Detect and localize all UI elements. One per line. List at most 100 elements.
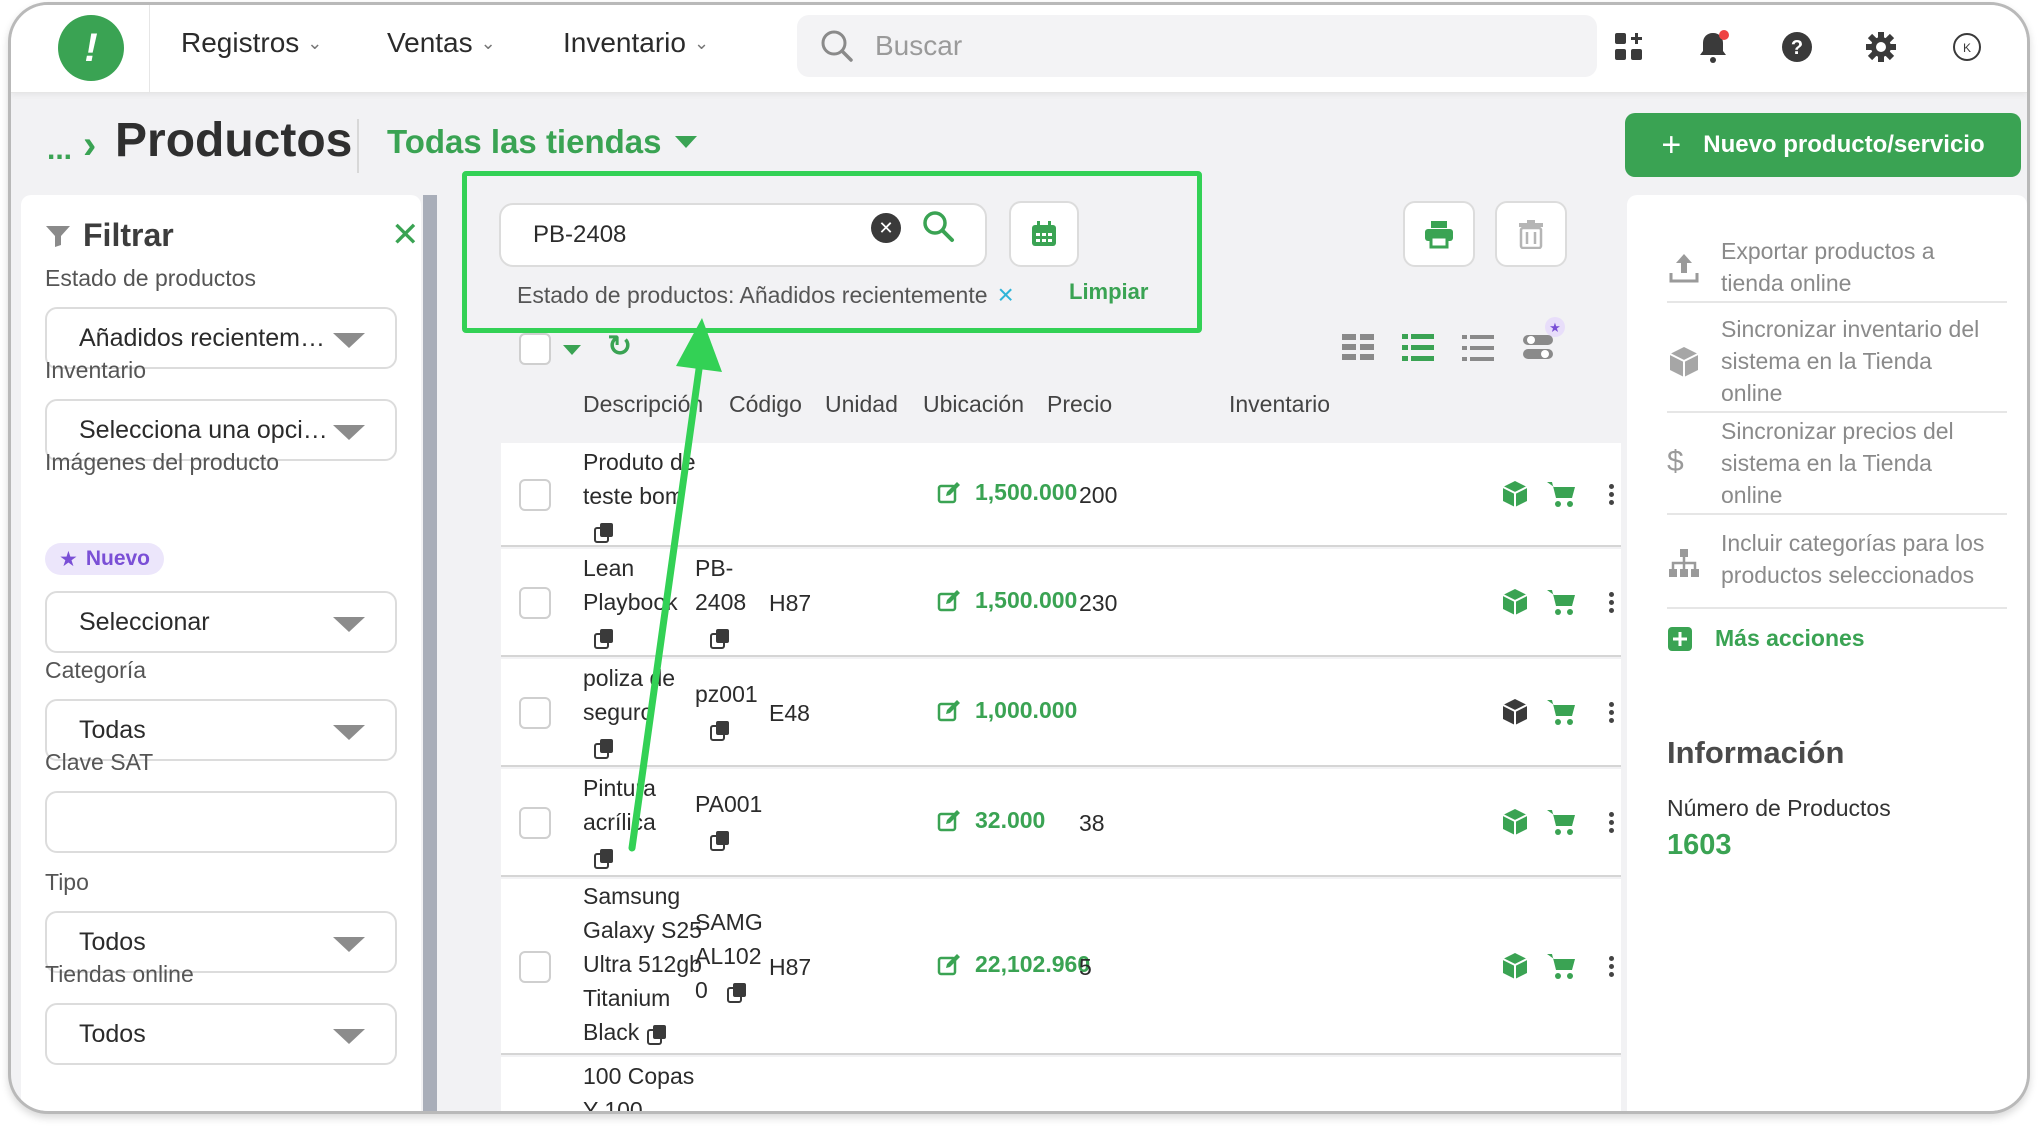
- column-header-code[interactable]: Código: [729, 391, 802, 418]
- chevron-right-icon: ›: [83, 123, 97, 167]
- table-row[interactable]: Pintura acrílica PA001 32.000 38: [501, 769, 1621, 877]
- copy-icon[interactable]: [583, 513, 723, 547]
- sync-inventory-action[interactable]: Sincronizar inventario del sistema en la …: [1667, 313, 2007, 413]
- store-selector[interactable]: Todas las tiendas: [387, 123, 698, 161]
- row-checkbox[interactable]: [519, 697, 551, 729]
- help-icon[interactable]: ?: [1777, 27, 1817, 67]
- cube-icon[interactable]: [1501, 951, 1529, 981]
- nav-inventario[interactable]: Inventario ⌄: [563, 27, 709, 59]
- table-row[interactable]: Lean Playbook PB- 2408 H87 1,500.000 230: [501, 549, 1621, 657]
- nav-registros[interactable]: Registros ⌄: [181, 27, 322, 59]
- upload-icon: [1669, 254, 1699, 283]
- copy-icon[interactable]: [646, 1019, 668, 1045]
- global-search[interactable]: Buscar: [797, 15, 1597, 77]
- product-code[interactable]: pz001: [695, 677, 758, 745]
- sync-prices-action[interactable]: $ Sincronizar precios del sistema en la T…: [1667, 417, 2007, 515]
- sat-key-input[interactable]: [45, 791, 397, 853]
- new-badge: ★ Nuevo: [45, 543, 165, 575]
- online-stores-select[interactable]: Todos: [45, 1003, 397, 1065]
- select-all-checkbox[interactable]: [519, 333, 551, 365]
- detailed-list-view-icon[interactable]: [1401, 331, 1435, 365]
- table-row[interactable]: Samsung Galaxy S25 Ultra 512gb Titanium Blac…: [501, 879, 1621, 1055]
- svg-text:K: K: [1963, 41, 1971, 55]
- product-price[interactable]: 22,102.960: [937, 951, 1090, 978]
- row-checkbox[interactable]: [519, 587, 551, 619]
- trash-icon: [1519, 220, 1543, 249]
- edit-icon[interactable]: [937, 589, 961, 613]
- edit-icon[interactable]: [937, 953, 961, 977]
- product-code[interactable]: PA001: [695, 787, 762, 855]
- images-select[interactable]: Seleccionar: [45, 591, 397, 653]
- more-actions-link[interactable]: Más acciones: [1667, 625, 1865, 652]
- column-header-unit[interactable]: Unidad: [825, 391, 898, 418]
- cart-icon[interactable]: [1545, 807, 1577, 837]
- product-price[interactable]: 1,500.000: [937, 479, 1077, 506]
- toggle-settings-icon[interactable]: ★: [1521, 317, 1569, 365]
- product-description[interactable]: Produto de teste bom: [583, 445, 723, 547]
- gear-icon[interactable]: [1861, 27, 1901, 67]
- print-button[interactable]: [1403, 201, 1475, 267]
- sidebar-scrollbar[interactable]: [423, 195, 437, 1111]
- refresh-icon[interactable]: ↻: [607, 329, 632, 364]
- copy-icon[interactable]: [714, 977, 748, 1003]
- edit-icon[interactable]: [937, 481, 961, 505]
- copy-icon[interactable]: [695, 619, 746, 653]
- product-code[interactable]: PB- 2408: [695, 551, 746, 653]
- row-checkbox[interactable]: [519, 951, 551, 983]
- column-header-description[interactable]: Descripción: [583, 391, 703, 418]
- nav-label: Ventas: [387, 27, 473, 58]
- bell-icon[interactable]: [1693, 27, 1733, 67]
- product-price[interactable]: 32.000: [937, 807, 1045, 834]
- product-description[interactable]: 100 Copas Y 100: [583, 1059, 723, 1111]
- edit-icon[interactable]: [937, 809, 961, 833]
- row-status-icons: [1501, 697, 1577, 727]
- delete-button[interactable]: [1495, 201, 1567, 267]
- cart-icon[interactable]: [1545, 697, 1577, 727]
- user-avatar-icon[interactable]: K: [1947, 27, 1987, 67]
- cart-icon[interactable]: [1545, 587, 1577, 617]
- copy-icon[interactable]: [695, 821, 762, 855]
- close-icon[interactable]: ✕: [391, 215, 420, 255]
- action-label: Exportar productos a tienda online: [1721, 238, 1935, 296]
- row-more-icon[interactable]: [1609, 809, 1615, 836]
- row-more-icon[interactable]: [1609, 699, 1615, 726]
- cube-icon[interactable]: [1501, 479, 1529, 509]
- row-more-icon[interactable]: [1609, 481, 1615, 508]
- cart-icon[interactable]: [1545, 951, 1577, 981]
- column-header-location[interactable]: Ubicación: [923, 391, 1024, 418]
- row-checkbox[interactable]: [519, 807, 551, 839]
- caret-down-icon[interactable]: [563, 345, 581, 355]
- include-categories-action[interactable]: Incluir categorías para los productos sel…: [1667, 519, 2007, 609]
- dollar-icon: $: [1667, 445, 1684, 478]
- copy-icon[interactable]: [695, 711, 758, 745]
- description-line: teste bom: [583, 483, 684, 509]
- table-row[interactable]: Produto de teste bom 1,500.000 200: [501, 443, 1621, 547]
- row-more-icon[interactable]: [1609, 589, 1615, 616]
- cart-icon[interactable]: [1545, 479, 1577, 509]
- new-product-button[interactable]: + Nuevo producto/servicio: [1625, 113, 2021, 177]
- edit-icon[interactable]: [937, 699, 961, 723]
- product-unit: E48: [769, 700, 810, 726]
- product-code[interactable]: SAMG AL102 0: [695, 905, 763, 1007]
- table-row[interactable]: 100 Copas Y 100: [501, 1057, 1621, 1111]
- actions-panel: Exportar productos a tienda online Sincro…: [1627, 195, 2027, 1111]
- app-logo[interactable]: !: [58, 15, 124, 81]
- row-more-icon[interactable]: [1609, 953, 1615, 980]
- column-header-price[interactable]: Precio: [1047, 391, 1112, 418]
- product-price[interactable]: 1,000.000: [937, 697, 1077, 724]
- description-line: Produto de: [583, 449, 696, 475]
- export-online-action[interactable]: Exportar productos a tienda online: [1667, 233, 2007, 303]
- plus-square-icon: [1668, 626, 1692, 651]
- column-header-inventory[interactable]: Inventario: [1229, 391, 1330, 418]
- nav-ventas[interactable]: Ventas ⌄: [387, 27, 496, 59]
- grid-view-icon[interactable]: [1341, 331, 1375, 365]
- list-view-icon[interactable]: [1461, 331, 1495, 365]
- product-price[interactable]: 1,500.000: [937, 587, 1077, 614]
- row-checkbox[interactable]: [519, 479, 551, 511]
- cube-icon[interactable]: [1501, 587, 1529, 617]
- apps-plus-icon[interactable]: [1609, 27, 1649, 67]
- table-row[interactable]: poliza de seguro pz001 E48 1,000.000: [501, 659, 1621, 767]
- breadcrumb-more[interactable]: ...: [47, 133, 72, 167]
- cube-icon[interactable]: [1501, 697, 1529, 727]
- cube-icon[interactable]: [1501, 807, 1529, 837]
